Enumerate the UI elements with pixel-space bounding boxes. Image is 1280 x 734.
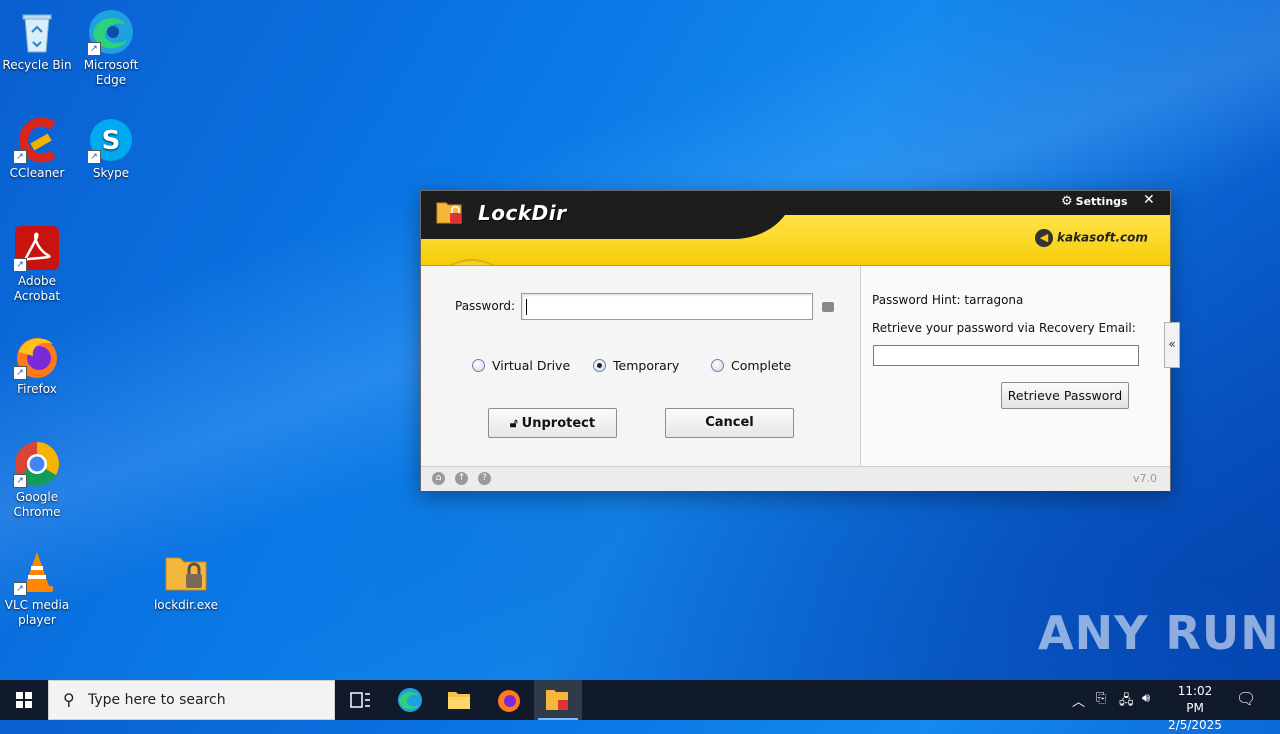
recovery-email-label: Retrieve your password via Recovery Emai… [872, 321, 1136, 335]
mode-temporary-radio[interactable]: Temporary [593, 358, 679, 373]
lockdir-logo-icon [546, 690, 568, 710]
shortcut-arrow-icon: ↗ [13, 258, 27, 272]
recycle-bin-icon [13, 8, 61, 56]
windows-logo-icon [16, 692, 32, 708]
password-hint: Password Hint: tarragona [872, 293, 1024, 307]
cancel-button[interactable]: Cancel [665, 408, 794, 438]
desktop-icon-chrome[interactable]: ↗ Google Chrome [0, 440, 75, 520]
unlock-icon: 🔓︎ [509, 416, 518, 430]
notification-center-icon[interactable]: 🗨︎ [1236, 689, 1256, 708]
taskbar-edge[interactable] [386, 680, 434, 720]
desktop-icon-label: Skype [92, 166, 130, 180]
desktop-icon-label: Firefox [17, 382, 57, 396]
network-icon[interactable]: 🖧︎ [1119, 691, 1134, 713]
desktop-icon-label: lockdir.exe [153, 598, 219, 612]
kakasoft-logo-icon: ◀ [1035, 229, 1053, 247]
taskbar: ⚲ Type here to search ︿ ⎘ 🖧︎ 🔊︎ 11:02 PM… [0, 680, 1280, 732]
gear-icon: ⚙ [1061, 194, 1073, 209]
mode-label: Temporary [613, 358, 680, 373]
version-label: v7.0 [1132, 472, 1157, 485]
shortcut-arrow-icon: ↗ [13, 150, 27, 164]
brand-link[interactable]: ◀ kakasoft.com [1035, 229, 1148, 247]
radio-dot-icon [472, 359, 485, 372]
skype-icon: S ↗ [87, 116, 135, 164]
edge-icon [398, 688, 422, 712]
shortcut-arrow-icon: ↗ [13, 582, 27, 596]
home-icon[interactable]: ⌂ [432, 472, 445, 485]
task-view-button[interactable] [336, 680, 384, 720]
unprotect-label: Unprotect [521, 416, 596, 431]
task-view-icon [350, 692, 370, 708]
desktop-icon-vlc[interactable]: ↗ VLC media player [0, 548, 75, 628]
folder-icon [448, 692, 470, 709]
shortcut-arrow-icon: ↗ [13, 366, 27, 380]
password-field[interactable] [521, 293, 813, 320]
desktop-icon-recycle-bin[interactable]: Recycle Bin [0, 8, 75, 73]
taskbar-search-box[interactable]: ⚲ Type here to search [48, 680, 335, 720]
shortcut-arrow-icon: ↗ [13, 474, 27, 488]
brand-label: kakasoft.com [1057, 230, 1148, 245]
start-button[interactable] [0, 680, 48, 720]
desktop-icon-label: CCleaner [9, 166, 65, 180]
search-icon: ⚲ [63, 690, 75, 709]
tray-overflow-chevron-icon[interactable]: ︿ [1072, 691, 1085, 710]
edge-icon: ↗ [87, 8, 135, 56]
clock-time: 11:02 PM [1177, 684, 1213, 715]
volume-icon[interactable]: 🔊︎ [1142, 691, 1150, 706]
recovery-email-field[interactable] [873, 345, 1139, 366]
mode-label: Complete [731, 358, 792, 373]
taskbar-clock[interactable]: 11:02 PM 2/5/2025 [1168, 683, 1222, 734]
desktop-icon-acrobat[interactable]: ↗ Adobe Acrobat [0, 224, 75, 304]
unprotect-button[interactable]: 🔓︎ Unprotect [488, 408, 617, 438]
close-button[interactable]: ✕ [1143, 192, 1155, 208]
chrome-icon: ↗ [13, 440, 61, 488]
mode-virtual-drive-radio[interactable]: Virtual Drive [472, 358, 570, 373]
svg-text:S: S [102, 126, 121, 156]
taskbar-file-explorer[interactable] [435, 680, 483, 720]
virtual-keyboard-icon[interactable] [822, 302, 834, 312]
shortcut-arrow-icon: ↗ [87, 150, 101, 164]
text-caret [526, 299, 527, 315]
desktop-icon-edge[interactable]: ↗ Microsoft Edge [73, 8, 149, 88]
anyrun-watermark: ANY RUN [1038, 606, 1280, 660]
password-label: Password: [455, 299, 516, 313]
app-title: LockDir [478, 201, 567, 225]
desktop-icon-label: Recycle Bin [2, 58, 72, 72]
mode-label: Virtual Drive [492, 358, 571, 373]
radio-dot-icon [711, 359, 724, 372]
vlc-icon: ↗ [13, 548, 61, 596]
search-placeholder: Type here to search [88, 692, 226, 708]
desktop-icon-label: Google Chrome [13, 490, 61, 519]
desktop-icon-label: VLC media player [4, 598, 70, 627]
tray-device-icon[interactable]: ⎘ [1096, 691, 1106, 706]
ccleaner-icon: ↗ [13, 116, 61, 164]
mode-complete-radio[interactable]: Complete [711, 358, 791, 373]
desktop-icon-skype[interactable]: S ↗ Skype [73, 116, 149, 181]
settings-label: Settings [1075, 195, 1128, 208]
desktop-icon-lockdir[interactable]: lockdir.exe [148, 548, 224, 613]
window-footer: ⌂ ↑ ? v7.0 [421, 466, 1170, 491]
shortcut-arrow-icon: ↗ [87, 42, 101, 56]
desktop-icon-label: Adobe Acrobat [13, 274, 61, 303]
firefox-icon: ↗ [13, 332, 61, 380]
collapse-panel-button[interactable]: « [1164, 322, 1180, 368]
settings-button[interactable]: ⚙ Settings [1061, 194, 1128, 209]
help-icon[interactable]: ? [478, 472, 491, 485]
radio-dot-selected-icon [593, 359, 606, 372]
lockdir-file-icon [162, 548, 210, 596]
firefox-icon [498, 690, 520, 712]
retrieve-password-button[interactable]: Retrieve Password [1001, 382, 1129, 409]
desktop-icon-firefox[interactable]: ↗ Firefox [0, 332, 75, 397]
taskbar-firefox[interactable] [485, 680, 533, 720]
desktop-icon-ccleaner[interactable]: ↗ CCleaner [0, 116, 75, 181]
taskbar-lockdir[interactable] [534, 680, 582, 720]
acrobat-icon: ↗ [13, 224, 61, 272]
update-icon[interactable]: ↑ [455, 472, 468, 485]
desktop-icon-label: Microsoft Edge [83, 58, 139, 87]
lockdir-window: LockDir ⚙ Settings ✕ ◀ kakasoft.com Passwo… [420, 190, 1180, 491]
lockdir-logo-icon [435, 197, 465, 227]
banner-dark-curve [421, 191, 793, 239]
